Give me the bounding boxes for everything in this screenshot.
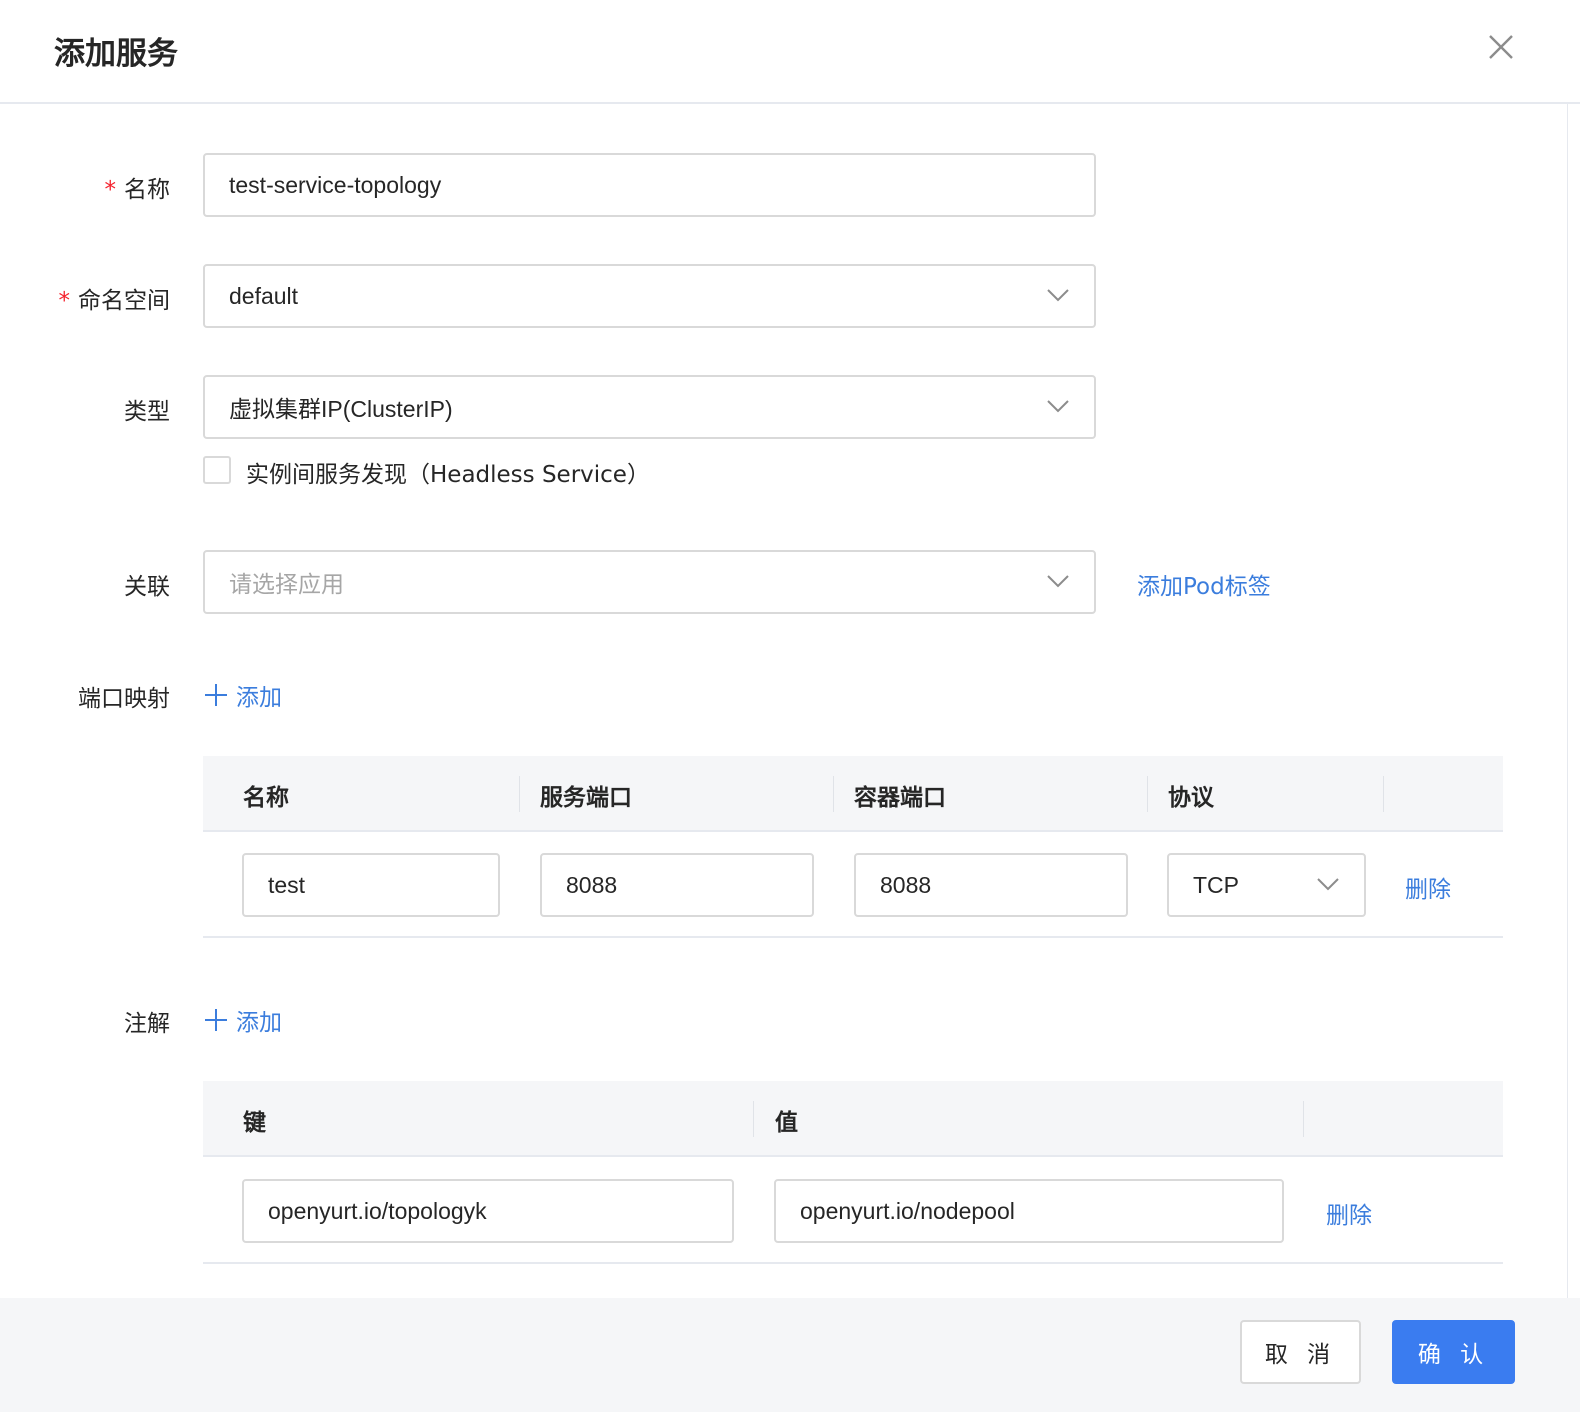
annotation-key-input[interactable]: openyurt.io/topologyk xyxy=(242,1179,734,1243)
protocol-value: TCP xyxy=(1193,871,1239,898)
column-divider xyxy=(833,776,834,812)
row-divider xyxy=(203,936,1503,938)
column-divider xyxy=(753,1101,754,1137)
namespace-value: default xyxy=(229,282,299,309)
dialog-title: 添加服务 xyxy=(54,36,178,72)
port-col-protocol: 协议 xyxy=(1168,785,1214,811)
chevron-down-icon xyxy=(1317,878,1339,891)
plus-icon xyxy=(205,684,227,706)
dialog-footer: 取 消 确 认 xyxy=(0,1298,1580,1412)
association-placeholder: 请选择应用 xyxy=(229,571,344,597)
add-annotation-button[interactable]: 添加 xyxy=(204,1003,282,1037)
namespace-select[interactable]: default xyxy=(203,264,1096,328)
type-label: 类型 xyxy=(124,399,170,425)
association-select[interactable]: 请选择应用 xyxy=(203,550,1096,614)
add-port-button[interactable]: 添加 xyxy=(204,678,282,712)
cancel-button[interactable]: 取 消 xyxy=(1240,1320,1361,1384)
column-divider xyxy=(1303,1101,1304,1137)
dialog-header: 添加服务 xyxy=(0,0,1580,104)
headless-checkbox[interactable] xyxy=(203,456,231,484)
add-pod-label-link[interactable]: 添加Pod标签 xyxy=(1137,567,1271,601)
annotations-label: 注解 xyxy=(124,1011,170,1037)
plus-icon xyxy=(205,1009,227,1031)
required-mark: * xyxy=(104,177,117,203)
service-port-input[interactable]: 8088 xyxy=(540,853,814,917)
namespace-label: * 命名空间 xyxy=(58,288,171,314)
port-col-service-port: 服务端口 xyxy=(540,785,632,811)
add-service-dialog: 添加服务 * 名称 test-service-topology * 命名空间 def… xyxy=(0,0,1580,1412)
port-table-header: 名称 服务端口 容器端口 协议 xyxy=(203,756,1503,832)
column-divider xyxy=(519,776,520,812)
annotation-col-key: 键 xyxy=(243,1110,266,1136)
column-divider xyxy=(1383,776,1384,812)
port-mapping-label: 端口映射 xyxy=(78,686,170,712)
add-annotation-label: 添加 xyxy=(236,1010,282,1036)
row-divider xyxy=(203,1262,1503,1264)
name-input[interactable]: test-service-topology xyxy=(203,153,1096,217)
delete-annotation-link[interactable]: 删除 xyxy=(1326,1196,1372,1230)
column-divider xyxy=(1147,776,1148,812)
annotation-value-input[interactable]: openyurt.io/nodepool xyxy=(774,1179,1284,1243)
confirm-button[interactable]: 确 认 xyxy=(1392,1320,1515,1384)
headless-checkbox-label: 实例间服务发现（Headless Service） xyxy=(246,462,650,488)
chevron-down-icon xyxy=(1047,575,1069,588)
delete-port-link[interactable]: 删除 xyxy=(1405,870,1451,904)
association-label: 关联 xyxy=(124,574,170,600)
container-port-input[interactable]: 8088 xyxy=(854,853,1128,917)
annotation-table-header: 键 值 xyxy=(203,1081,1503,1157)
type-select[interactable]: 虚拟集群IP(ClusterIP) xyxy=(203,375,1096,439)
annotation-col-value: 值 xyxy=(775,1110,798,1136)
close-icon[interactable] xyxy=(1484,30,1518,64)
port-col-container-port: 容器端口 xyxy=(854,785,946,811)
chevron-down-icon xyxy=(1047,289,1069,302)
name-label: * 名称 xyxy=(104,177,171,203)
port-name-input[interactable]: test xyxy=(242,853,500,917)
protocol-select[interactable]: TCP xyxy=(1167,853,1366,917)
scroll-edge xyxy=(1567,104,1568,1298)
add-port-label: 添加 xyxy=(236,685,282,711)
chevron-down-icon xyxy=(1047,400,1069,413)
required-mark: * xyxy=(58,288,71,314)
type-value: 虚拟集群IP(ClusterIP) xyxy=(229,396,453,422)
port-col-name: 名称 xyxy=(243,785,289,811)
